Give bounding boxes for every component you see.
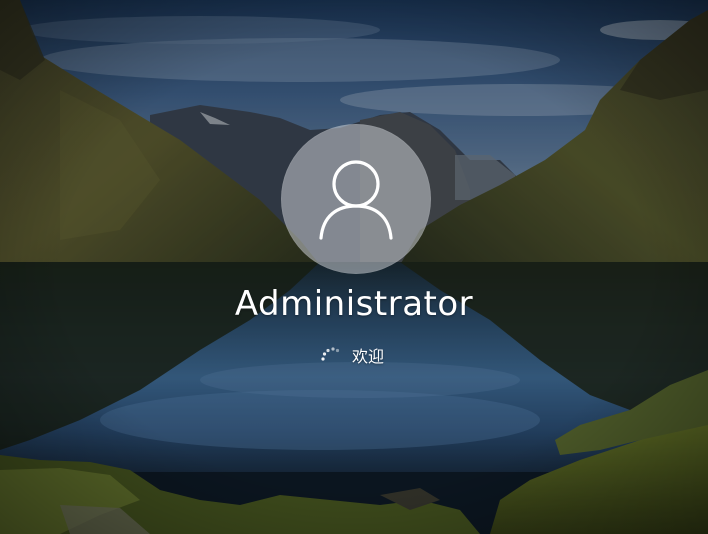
loading-dots-spinner-icon [321,347,340,361]
sign-in-panel: Administrator 欢迎 [0,0,708,534]
user-silhouette-icon [319,160,393,240]
user-avatar [281,124,431,274]
welcome-status-text: 欢迎 [352,347,385,366]
username-label: Administrator [234,284,474,324]
lock-screen: Administrator 欢迎 [0,0,708,534]
signin-status: 欢迎 [0,344,708,370]
